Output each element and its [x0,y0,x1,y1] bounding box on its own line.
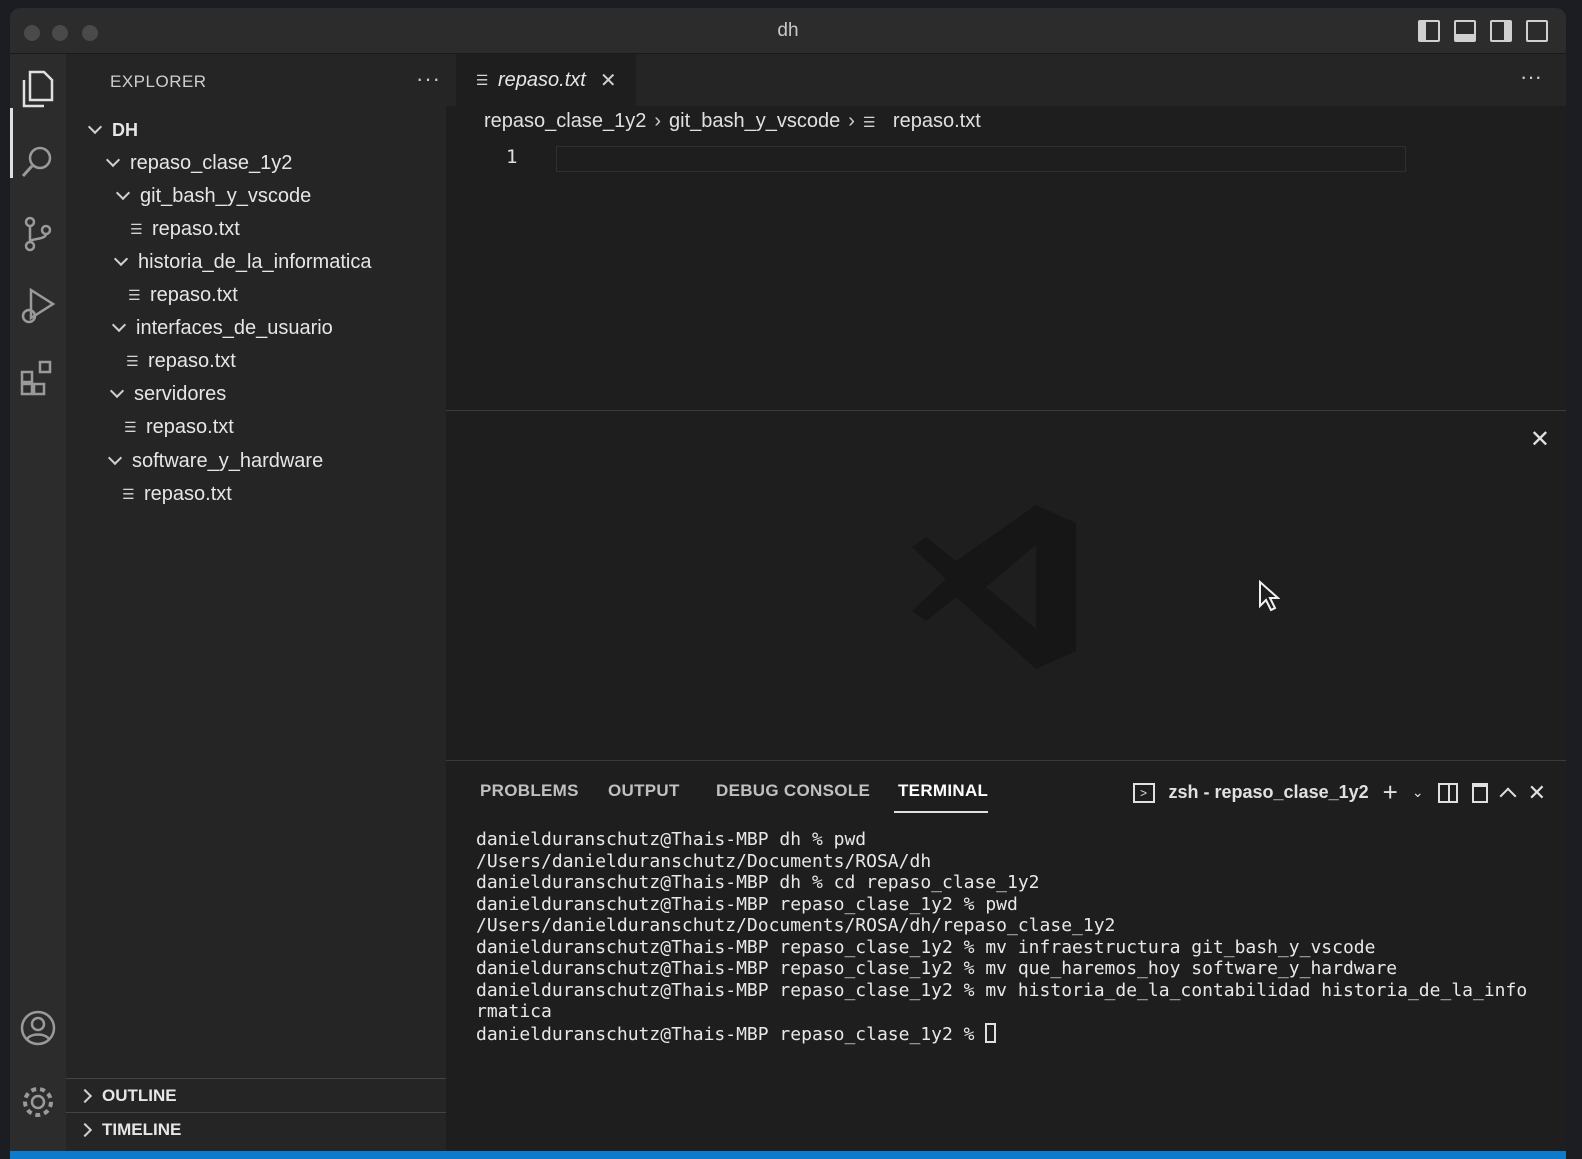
tab-bar: ☰ repaso.txt ✕ ··· [446,54,1566,106]
window-title: dh [777,20,799,41]
tree-file[interactable]: ☰ repaso.txt [130,213,240,245]
terminal-output[interactable]: danielduranschutz@Thais-MBP dh % pwd/Use… [476,829,1548,1045]
tree-folder[interactable]: interfaces_de_usuario [111,312,333,344]
status-bar [10,1151,1566,1159]
tree-file[interactable]: ☰ repaso.txt [126,345,236,377]
chevron-down-icon [105,152,121,168]
account-icon[interactable] [18,1008,58,1048]
terminal-prompt: danielduranschutz@Thais-MBP repaso_clase… [476,1023,986,1045]
title-bar: dh [10,8,1566,54]
explorer-header: EXPLORER [110,72,207,91]
settings-gear-icon[interactable] [18,1082,58,1122]
close-panel-icon[interactable]: ✕ [1528,780,1546,806]
toggle-primary-sidebar-icon[interactable] [1418,20,1440,42]
toggle-panel-icon[interactable] [1454,20,1476,42]
text-file-icon: ☰ [122,486,135,502]
chevron-down-icon [87,119,103,135]
editor-more-actions[interactable]: ··· [1520,64,1542,90]
mouse-pointer-icon [1258,579,1281,617]
explorer-icon[interactable] [18,68,58,108]
text-file-icon: ☰ [128,287,141,303]
chevron-down-icon [115,185,131,201]
trash-icon[interactable] [1471,782,1488,803]
chevron-down-icon [109,383,125,399]
terminal-line: rmatica [476,1001,552,1022]
tab-output[interactable]: OUTPUT [608,781,680,801]
terminal-line: danielduranschutz@Thais-MBP dh % pwd [476,829,867,850]
toggle-secondary-sidebar-icon[interactable] [1490,20,1512,42]
terminal-line: danielduranschutz@Thais-MBP repaso_clase… [476,936,1376,958]
extensions-icon[interactable] [18,358,58,398]
editor-area: ☰ repaso.txt ✕ ··· repaso_clase_1y2 › gi… [446,54,1566,410]
text-file-icon: ☰ [126,353,139,369]
chevron-right-icon [77,1122,93,1137]
chevron-right-icon: › [848,110,855,132]
terminal-prompt-line: danielduranschutz@Thais-MBP repaso_clase… [476,1022,1548,1046]
close-icon[interactable]: ✕ [1530,425,1550,454]
tree-file[interactable]: ☰ repaso.txt [122,478,232,510]
bottom-panel: PROBLEMS OUTPUT DEBUG CONSOLE TERMINAL >… [446,760,1566,1159]
terminal-selector[interactable]: zsh - repaso_clase_1y2 [1169,782,1369,803]
empty-editor-group: ✕ [446,410,1566,760]
active-tab-underline [894,811,988,813]
chevron-down-icon [107,450,123,466]
tab-terminal[interactable]: TERMINAL [898,781,988,801]
vscode-window: dh EXPLORER ··· DH repaso_clase_1y2 git_… [10,8,1566,1159]
tab-repaso-txt[interactable]: ☰ repaso.txt ✕ [456,54,636,106]
terminal-line: danielduranschutz@Thais-MBP repaso_clase… [476,893,1018,915]
timeline-section[interactable]: TIMELINE [66,1112,446,1146]
explorer-more-actions[interactable]: ··· [416,66,441,92]
activity-bar [10,54,66,1159]
terminal-line: danielduranschutz@Thais-MBP repaso_clase… [476,958,1398,979]
split-terminal-icon[interactable] [1437,782,1458,803]
search-icon[interactable] [18,142,58,182]
terminal-line: danielduranschutz@Thais-MBP dh % cd repa… [476,872,1040,893]
terminal-cursor[interactable] [985,1022,997,1043]
chevron-right-icon [77,1088,93,1103]
chevron-down-icon [113,251,129,267]
tree-folder[interactable]: servidores [109,378,226,410]
tree-folder[interactable]: software_y_hardware [107,445,323,477]
vscode-logo-watermark [906,497,1086,682]
tree-file[interactable]: ☰ repaso.txt [128,279,238,311]
terminal-actions: > zsh - repaso_clase_1y2 + ⌄ ✕ [1132,777,1546,808]
text-file-icon: ☰ [124,419,137,435]
chevron-down-icon [111,317,127,333]
breadcrumb-item[interactable]: repaso.txt [893,110,981,133]
new-terminal-icon[interactable]: + [1383,777,1398,808]
tree-folder[interactable]: git_bash_y_vscode [115,180,311,212]
run-debug-icon[interactable] [18,286,58,326]
tree-folder[interactable]: historia_de_la_informatica [113,246,371,278]
tree-folder[interactable]: repaso_clase_1y2 [105,147,292,179]
text-file-icon: ☰ [476,72,489,88]
text-file-icon: ☰ [862,113,876,130]
terminal-line: /Users/danielduranschutz/Documents/ROSA/… [476,850,932,872]
layout-controls [1418,20,1548,42]
chevron-down-icon[interactable]: ⌄ [1412,784,1424,801]
tree-file[interactable]: ☰ repaso.txt [124,411,234,443]
customize-layout-icon[interactable] [1526,20,1548,42]
text-file-icon: ☰ [130,221,143,237]
breadcrumb-item[interactable]: repaso_clase_1y2 [484,110,646,133]
current-line-highlight[interactable] [556,146,1406,172]
tab-problems[interactable]: PROBLEMS [480,781,579,801]
breadcrumb: repaso_clase_1y2 › git_bash_y_vscode › ☰… [484,110,981,133]
tab-debug-console[interactable]: DEBUG CONSOLE [716,781,870,801]
terminal-line: /Users/danielduranschutz/Documents/ROSA/… [476,915,1116,936]
explorer-sidebar: EXPLORER ··· DH repaso_clase_1y2 git_bas… [66,54,446,1159]
active-indicator [10,108,13,178]
chevron-right-icon: › [654,110,662,132]
breadcrumb-item[interactable]: git_bash_y_vscode [669,110,840,133]
line-number: 1 [506,146,518,168]
outline-section[interactable]: OUTLINE [66,1078,446,1112]
close-icon[interactable]: ✕ [600,68,617,93]
tree-root[interactable]: DH [87,114,138,146]
source-control-icon[interactable] [18,214,58,254]
terminal-line: danielduranschutz@Thais-MBP repaso_clase… [476,979,1528,1001]
maximize-panel-icon[interactable] [1499,787,1517,804]
terminal-icon: > [1132,782,1155,803]
